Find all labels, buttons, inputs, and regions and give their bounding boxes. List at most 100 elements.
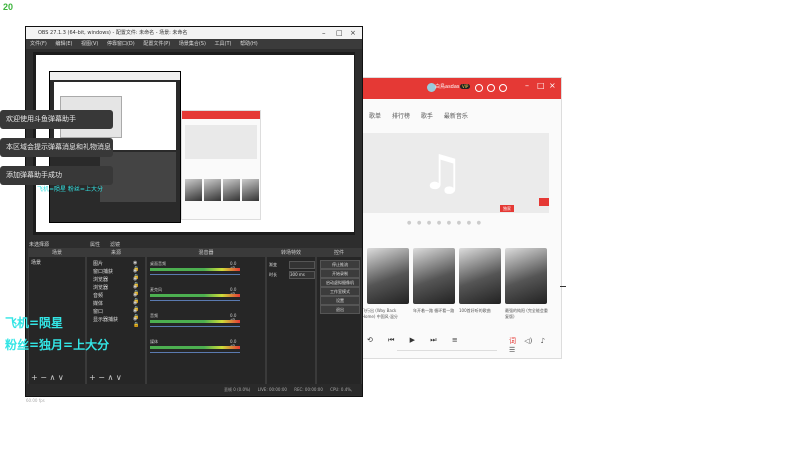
- corner-number: 20: [3, 2, 14, 12]
- source-item[interactable]: 窗口捕获: [93, 268, 113, 275]
- toast-message: 添加弹幕助手成功: [0, 166, 113, 185]
- playlist-cover[interactable]: [367, 248, 409, 304]
- mini-thumb: [242, 179, 259, 201]
- playlist-cover[interactable]: [413, 248, 455, 304]
- source-item[interactable]: 显示器捕获: [93, 316, 118, 323]
- mini-thumb: [223, 179, 240, 201]
- properties-button[interactable]: 属性: [90, 241, 100, 248]
- volume-icon[interactable]: ◁): [524, 337, 532, 345]
- source-item[interactable]: 媒体: [93, 300, 103, 307]
- level-meter: [150, 268, 240, 271]
- music-player-window[interactable]: 白鳥asdas VIP – □ × 歌单 排行榜 歌手 最新音乐 ♫ 独家 ● …: [356, 77, 562, 359]
- mini-header: [182, 111, 260, 119]
- tab-new-music[interactable]: 最新音乐: [444, 113, 468, 120]
- source-item[interactable]: 浏览器: [93, 276, 108, 283]
- minimize-icon[interactable]: –: [322, 27, 326, 39]
- menu-scene-collection[interactable]: 场景集合(S): [179, 41, 206, 47]
- menu-file[interactable]: 文件(F): [30, 41, 47, 47]
- tab-artists[interactable]: 歌手: [421, 113, 433, 120]
- lyrics-icon[interactable]: 词: [509, 337, 516, 345]
- filters-button[interactable]: 滤镜: [110, 241, 120, 248]
- loop-icon[interactable]: ⟲: [367, 336, 373, 344]
- volume-slider[interactable]: [150, 326, 240, 327]
- list-icon[interactable]: ☰: [509, 346, 515, 354]
- transitions-panel: 转场特效 渐变 时长 300 ms: [266, 248, 316, 385]
- menu-tools[interactable]: 工具(T): [215, 41, 232, 47]
- music-note-icon: ♫: [421, 145, 465, 201]
- close-icon[interactable]: ×: [350, 27, 356, 39]
- no-source-selected: 未选择源: [29, 242, 50, 248]
- banner[interactable]: ♫: [361, 133, 549, 213]
- music-header: 白鳥asdas VIP – □ ×: [357, 78, 561, 99]
- start-recording-button[interactable]: 开始录制: [320, 269, 360, 278]
- banner-tag: 独家: [500, 205, 514, 212]
- volume-slider[interactable]: [150, 274, 240, 275]
- nested-title: [50, 72, 180, 80]
- menu-edit[interactable]: 编辑(E): [55, 41, 72, 47]
- divider: [560, 286, 566, 287]
- prev-icon[interactable]: ⏮: [388, 336, 394, 344]
- minimize-icon[interactable]: –: [525, 81, 529, 90]
- obs-title-bar[interactable]: OBS 27.1.3 (64-bit, windows) - 配置文件: 未命名…: [26, 27, 362, 39]
- virtual-camera-button[interactable]: 启动虚拟摄像机: [320, 278, 360, 287]
- volume-slider[interactable]: [150, 352, 240, 353]
- player-extras: 词 ◁) ♪ ☰: [509, 336, 561, 354]
- message-icon[interactable]: [475, 84, 483, 92]
- exit-button[interactable]: 退出: [320, 305, 360, 314]
- scene-item[interactable]: 场景: [31, 259, 81, 266]
- duration-label: 时长: [269, 272, 277, 277]
- menu-view[interactable]: 视图(V): [81, 41, 98, 47]
- banner-next-tag: [539, 198, 549, 206]
- studio-mode-button[interactable]: 工作室模式: [320, 287, 360, 296]
- status-rec: REC: 00:00:00: [294, 387, 323, 392]
- eye-icon[interactable]: ◉ 🔒: [133, 316, 145, 328]
- playlist-cover[interactable]: [505, 248, 547, 304]
- banner-dots[interactable]: ● ● ● ● ● ● ● ●: [407, 220, 483, 226]
- scenes-footer[interactable]: + − ∧ ∨: [31, 373, 64, 382]
- progress-bar[interactable]: [397, 350, 497, 351]
- obs-menu-bar: 文件(F) 编辑(E) 视图(V) 停靠窗口(D) 配置文件(P) 场景集合(S…: [26, 39, 362, 49]
- toast-message: 本区域会提示弹幕消息和礼物消息: [0, 138, 113, 157]
- playlist-queue-icon[interactable]: ≡: [452, 336, 458, 344]
- sources-footer[interactable]: + − ∧ ∨: [89, 373, 122, 382]
- menu-help[interactable]: 帮助(H): [240, 41, 258, 47]
- maximize-icon[interactable]: □: [336, 27, 343, 39]
- toast-message: 欢迎使用斗鱼弹幕助手: [0, 110, 113, 129]
- playlist-caption[interactable]: 最强的纯阳 (完全能会重复版): [505, 308, 549, 320]
- source-item[interactable]: 音频: [93, 292, 103, 299]
- effects-icon[interactable]: ♪: [541, 337, 545, 345]
- source-item[interactable]: 窗口: [93, 308, 103, 315]
- settings-icon[interactable]: [487, 84, 495, 92]
- level-meter: [150, 346, 240, 349]
- play-icon[interactable]: ▶: [410, 336, 415, 344]
- playlist-caption[interactable]: 年开着一路 循环看一路: [413, 308, 457, 314]
- settings-button[interactable]: 设置: [320, 296, 360, 305]
- tab-playlists[interactable]: 歌单: [369, 113, 381, 120]
- status-dropped: 丢帧 0 (0.0%): [224, 387, 251, 392]
- playlist-cover[interactable]: [459, 248, 501, 304]
- mini-thumb: [204, 179, 221, 201]
- username[interactable]: 白鳥asdas: [435, 83, 460, 90]
- maximize-icon[interactable]: □: [537, 81, 545, 90]
- level-meter: [150, 294, 240, 297]
- vip-badge: VIP: [460, 84, 471, 89]
- channel-name: 音频: [150, 313, 158, 318]
- close-icon[interactable]: ×: [549, 81, 556, 90]
- transition-select[interactable]: [289, 261, 315, 269]
- source-item[interactable]: 图片: [93, 260, 103, 267]
- stop-streaming-button[interactable]: 停止推流: [320, 260, 360, 269]
- next-icon[interactable]: ⏭: [430, 336, 436, 344]
- controls-header: 控件: [317, 249, 361, 257]
- mini-banner: [185, 125, 257, 159]
- playlist-caption[interactable]: 100首好听的歌曲: [459, 308, 503, 314]
- tab-charts[interactable]: 排行榜: [392, 113, 410, 120]
- duration-input[interactable]: 300 ms: [289, 271, 315, 279]
- volume-slider[interactable]: [150, 300, 240, 301]
- sources-panel: 来源 图片 窗口捕获 浏览器 浏览器 音频 媒体 窗口 显示器捕获 ◉ 🔒 ◉ …: [86, 248, 146, 385]
- playlist-caption[interactable]: 飞行出 (Way Back Home) 中国风·温分: [362, 308, 406, 320]
- skin-icon[interactable]: [499, 84, 507, 92]
- source-item[interactable]: 浏览器: [93, 284, 108, 291]
- toast-gift-line: 飞机=陨星 粉丝=上大分: [37, 186, 103, 193]
- menu-docks[interactable]: 停靠窗口(D): [107, 41, 135, 47]
- menu-profile[interactable]: 配置文件(P): [143, 41, 170, 47]
